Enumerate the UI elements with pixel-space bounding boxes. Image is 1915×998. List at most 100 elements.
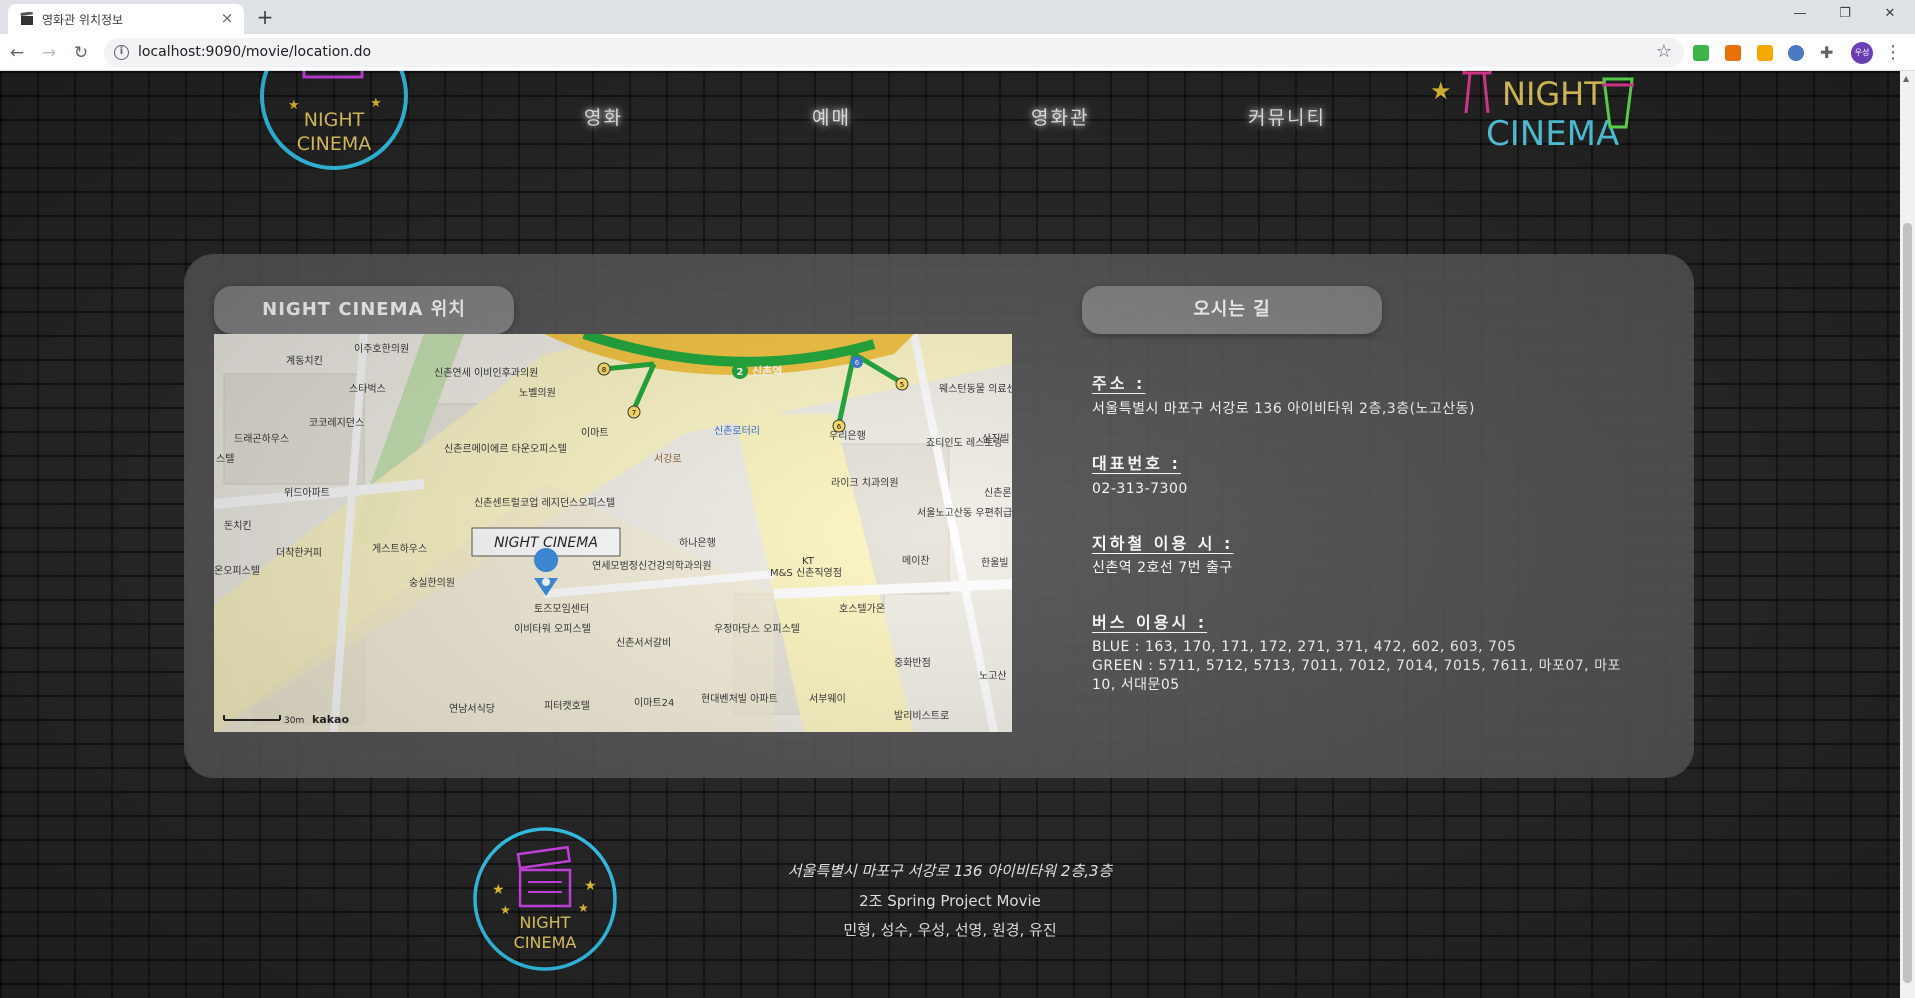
extensions-puzzle-icon[interactable]: ✚ [1820,45,1836,61]
minimize-window-icon[interactable]: — [1780,4,1820,26]
svg-text:연남서식당: 연남서식당 [449,703,495,715]
extension-folder-icon[interactable] [1757,45,1773,61]
extension-orange-icon[interactable] [1725,45,1741,61]
svg-text:★: ★ [492,882,505,898]
nav-community[interactable]: 커뮤니티 [1248,103,1326,130]
svg-text:8: 8 [602,366,606,374]
svg-text:5: 5 [900,381,904,389]
browser-toolbar: ← → ↻ i localhost:9090/movie/location.do… [0,34,1915,71]
svg-text:노벨의원: 노벨의원 [519,387,556,399]
logo-text-cinema: CINEMA [297,133,371,155]
footer-members: 민형, 성수, 우성, 선영, 원경, 유진 [843,921,1057,939]
url-text[interactable]: localhost:9090/movie/location.do [138,44,371,60]
footer-logo-cinema: CINEMA [514,933,577,952]
svg-text:게스트하우스: 게스트하우스 [372,542,427,555]
nav-booking[interactable]: 예매 [812,103,851,130]
svg-text:현대벤처빌 아파트: 현대벤처빌 아파트 [701,693,778,705]
tab-title: 영화관 위치정보 [42,13,124,27]
svg-text:이마트: 이마트 [581,427,609,439]
subway-label: 지하철 이용 시 : [1092,534,1234,553]
sign-text-cinema: CINEMA [1486,114,1619,154]
back-arrow-icon[interactable]: ← [6,42,28,64]
browser-menu-icon[interactable]: ⋮ [1884,42,1902,64]
svg-text:메이찬: 메이찬 [902,555,930,567]
svg-text:우정마당스 오피스텔: 우정마당스 오피스텔 [714,623,800,635]
svg-text:★: ★ [584,878,597,894]
bus-label: 버스 이용시 : [1092,613,1208,632]
page-viewport: ★ ★ NIGHT CINEMA 영화 예매 영화관 커뮤니티 ★ NIGHT … [0,71,1900,998]
svg-text:신촌센트럴코업 레지던스오피스텔: 신촌센트럴코업 레지던스오피스텔 [474,496,615,509]
svg-text:★: ★ [500,903,511,917]
svg-text:발리비스트로: 발리비스트로 [894,710,949,722]
svg-text:더착한커피: 더착한커피 [276,547,322,559]
svg-text:피터캣호텔: 피터캣호텔 [544,700,590,712]
kakao-logo: kakao [312,713,349,726]
address-label: 주소 : [1092,374,1146,393]
svg-text:한울빌: 한울빌 [981,557,1009,569]
address-value: 서울특별시 마포구 서강로 136 아이비타워 2층,3층(노고산동) [1092,401,1476,417]
phone-label: 대표번호 : [1092,454,1181,473]
forward-arrow-icon[interactable]: → [38,42,60,64]
svg-text:신촌로터리: 신촌로터리 [714,425,760,437]
site-info-icon[interactable]: i [114,45,129,60]
subway-value: 신촌역 2호선 7번 출구 [1092,560,1233,576]
svg-text:계동치킨: 계동치킨 [286,355,323,367]
station-number: 2 [737,367,744,378]
scrollbar-thumb[interactable] [1903,223,1912,983]
kakao-map[interactable]: 2 신촌역 8 7 6 5 6 이주호한의원 계동치킨 신촌연세 이비인후과의원… [214,334,1012,732]
svg-text:★: ★ [1430,77,1452,105]
tab-close-icon[interactable]: × [218,9,236,27]
svg-text:이비타워 오피스텔: 이비타워 오피스텔 [514,622,591,635]
svg-text:★: ★ [578,901,589,915]
location-title: NIGHT CINEMA 위치 [214,286,514,334]
location-panel: NIGHT CINEMA 위치 오시는 길 2 신촌역 8 7 6 5 6 이주… [184,254,1694,778]
bookmark-star-icon[interactable]: ☆ [1656,41,1672,62]
scroll-up-arrow-icon[interactable]: ▲ [1903,74,1909,83]
svg-text:숭실한의원: 숭실한의원 [409,577,455,589]
svg-text:★: ★ [288,98,300,113]
svg-text:KT: KT [802,556,815,567]
nav-movie[interactable]: 영화 [584,103,623,130]
profile-avatar[interactable]: 우성 [1851,42,1873,64]
svg-text:위드아파트: 위드아파트 [284,486,330,499]
svg-text:연세모범정신건강의학과의원: 연세모범정신건강의학과의원 [592,560,712,572]
extension-blue-icon[interactable] [1788,45,1804,61]
svg-text:호스텔가온: 호스텔가온 [839,603,885,615]
svg-text:M&S 신촌직영점: M&S 신촌직영점 [770,567,842,579]
restore-window-icon[interactable]: ❐ [1825,4,1865,26]
bus-green-routes: GREEN : 5711, 5712, 5713, 7011, 7012, 70… [1092,658,1621,693]
directions-title: 오시는 길 [1082,286,1382,334]
extension-green-icon[interactable] [1693,45,1709,61]
footer-logo-night: NIGHT [520,913,571,932]
svg-text:드래곤하우스: 드래곤하우스 [234,432,289,445]
footer-logo[interactable]: ★ ★ ★ ★ NIGHT CINEMA [470,824,620,974]
svg-text:이주호한의원: 이주호한의원 [354,343,409,355]
svg-text:★: ★ [370,96,382,111]
svg-text:스텔: 스텔 [216,453,234,465]
svg-text:이마트24: 이마트24 [634,697,674,709]
page-favicon-icon [20,12,33,25]
new-tab-button[interactable]: + [254,7,276,29]
svg-text:온오피스텔: 온오피스텔 [214,565,260,577]
reload-icon[interactable]: ↻ [70,42,92,64]
svg-text:서부웨이: 서부웨이 [809,693,846,705]
station-label: 신촌역 [752,364,782,378]
svg-text:삼진빌: 삼진빌 [982,433,1010,445]
footer-address: 서울특별시 마포구 서강로 136 아이비타워 2층,3층 [787,862,1113,880]
map-canvas[interactable]: 2 신촌역 8 7 6 5 6 이주호한의원 계동치킨 신촌연세 이비인후과의원… [214,334,1012,732]
page-scrollbar[interactable]: ▲ [1900,71,1915,998]
svg-text:노고산: 노고산 [979,670,1007,682]
nav-theater[interactable]: 영화관 [1031,103,1089,130]
close-window-icon[interactable]: ✕ [1870,4,1910,26]
svg-text:웨스턴동물 의료센터: 웨스턴동물 의료센터 [939,383,1012,395]
browser-tab[interactable]: 영화관 위치정보 × [8,4,244,34]
night-cinema-logo[interactable]: ★ ★ NIGHT CINEMA [244,71,424,181]
logo-text-night: NIGHT [304,109,365,131]
sign-text-night: NIGHT [1502,75,1604,113]
address-bar[interactable]: i localhost:9090/movie/location.do ☆ [104,38,1684,67]
svg-text:스타벅스: 스타벅스 [349,383,386,395]
svg-text:서울노고산동 우편취급국: 서울노고산동 우편취급국 [917,507,1012,519]
svg-text:코코레지던스: 코코레지던스 [309,417,364,429]
map-scale: 30m [284,716,304,726]
bus-blue-routes: BLUE : 163, 170, 171, 172, 271, 371, 472… [1092,639,1517,655]
